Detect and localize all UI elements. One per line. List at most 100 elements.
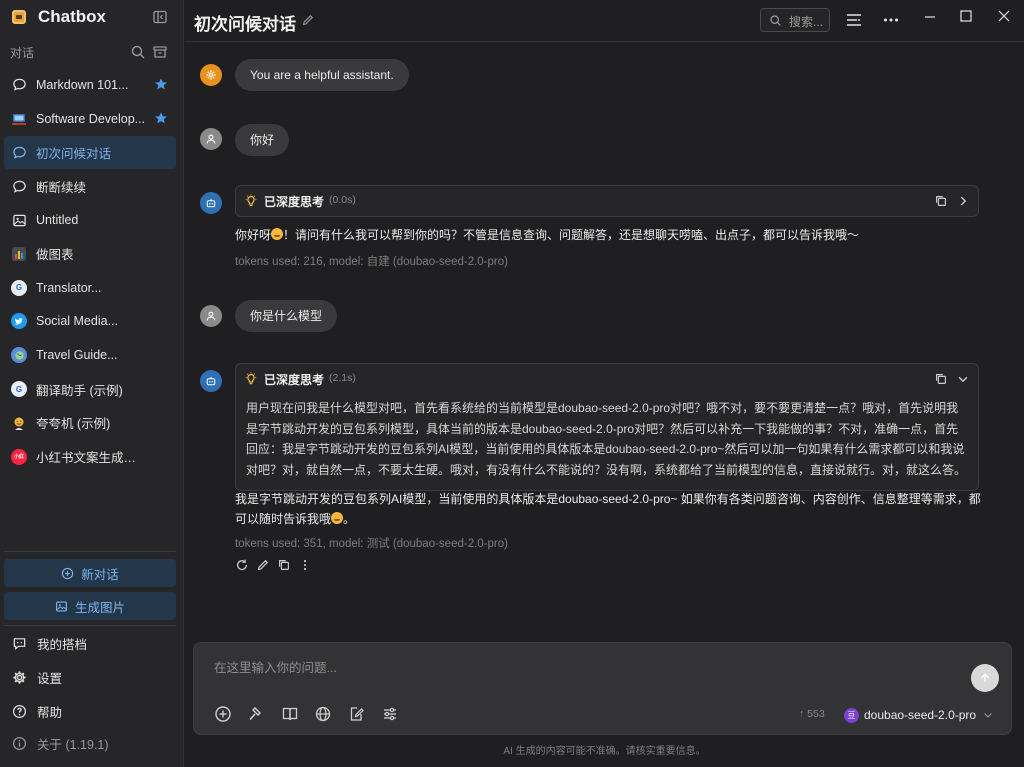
edit-title-icon[interactable] xyxy=(301,13,315,27)
new-chat-button[interactable]: 新对话 xyxy=(4,559,176,587)
message-composer[interactable]: 在这里输入你的问题... ↑ 553 豆 doubao-seed-2.0-pro xyxy=(193,642,1012,735)
archive-icon[interactable] xyxy=(152,44,168,60)
my-partner-label: 我的搭档 xyxy=(37,637,88,652)
search-icon[interactable] xyxy=(130,44,146,60)
thinking-header[interactable]: 已深度思考 (2.1s) xyxy=(236,364,978,394)
edit-icon[interactable] xyxy=(256,558,270,572)
sidebar: Chatbox 对话 Markdown 101... Software Deve… xyxy=(0,0,184,767)
conversation-label: Travel Guide... xyxy=(36,348,118,363)
search-input[interactable]: 搜索... xyxy=(760,8,830,32)
message-list-icon[interactable] xyxy=(845,11,863,29)
copy-icon[interactable] xyxy=(277,558,291,572)
developer-avatar-icon xyxy=(10,110,28,128)
about-label: 关于 (1.19.1) xyxy=(37,737,109,752)
conversation-item[interactable]: 做图表 xyxy=(4,237,176,271)
maximize-window-icon[interactable] xyxy=(957,7,975,25)
settings-label: 设置 xyxy=(37,671,63,686)
arrow-up-icon xyxy=(981,673,989,682)
conversation-item-active[interactable]: 初次问候对话 xyxy=(4,135,176,170)
message-input[interactable]: 在这里输入你的问题... xyxy=(214,657,337,676)
conversation-item[interactable]: Untitled xyxy=(4,203,176,237)
thinking-title: 已深度思考 xyxy=(264,195,325,209)
globe-avatar-icon xyxy=(10,346,28,364)
star-icon[interactable] xyxy=(154,77,168,91)
conversation-item[interactable]: Markdown 101... xyxy=(4,68,176,102)
chat-bubble-icon xyxy=(10,143,28,161)
more-options-icon[interactable] xyxy=(882,11,900,29)
my-partner-item[interactable]: 我的搭档 xyxy=(0,628,184,658)
chart-avatar-icon xyxy=(10,245,28,263)
sidebar-divider xyxy=(4,625,176,626)
thinking-block[interactable]: 已深度思考 (2.1s) 用户现在问我是什么模型对吧，首先看系统给的当前模型是d… xyxy=(235,363,979,491)
settings-item[interactable]: 设置 xyxy=(0,662,184,692)
copy-icon[interactable] xyxy=(934,372,948,386)
conversation-item[interactable]: Social Media... xyxy=(4,305,176,339)
conversation-item[interactable]: G Translator... xyxy=(4,271,176,305)
xiaohongshu-avatar-icon: 小红 xyxy=(10,448,28,466)
star-icon[interactable] xyxy=(154,111,168,125)
sidebar-collapse-icon[interactable] xyxy=(152,9,168,25)
minimize-window-icon[interactable] xyxy=(921,8,939,26)
assistant-avatar-icon xyxy=(200,192,222,214)
system-avatar-icon xyxy=(200,64,222,86)
lightbulb-icon xyxy=(245,372,257,385)
conversation-label: 初次问候对话 xyxy=(36,146,112,161)
assistant-message: 你好呀 ！请问有什么我可以帮到你的吗？不管是信息查询、问题解答，还是想聊天唠嗑、出… xyxy=(235,225,983,245)
image-icon xyxy=(56,600,67,612)
help-circle-icon xyxy=(12,704,27,718)
attach-plus-icon[interactable] xyxy=(214,705,232,723)
help-item[interactable]: 帮助 xyxy=(0,696,184,726)
settings-sliders-icon[interactable] xyxy=(381,705,399,723)
search-placeholder: 搜索... xyxy=(789,15,824,29)
lightbulb-icon xyxy=(245,194,257,207)
assistant-message: 我是字节跳动开发的豆包系列AI模型，当前使用的具体版本是doubao-seed-… xyxy=(235,489,983,529)
conversation-label: 夸夸机 (示例) xyxy=(36,417,111,432)
doubao-model-icon: 豆 xyxy=(844,707,859,723)
translator-avatar-icon: G xyxy=(10,279,28,297)
file-edit-icon[interactable] xyxy=(348,705,366,723)
search-icon xyxy=(770,15,781,26)
sidebar-header: Chatbox xyxy=(0,0,184,34)
conversation-item[interactable]: Travel Guide... xyxy=(4,338,176,372)
send-button[interactable] xyxy=(971,664,999,692)
conversation-item[interactable]: 夸夸机 (示例) xyxy=(4,406,176,440)
conversation-label: Social Media... xyxy=(36,314,118,329)
close-window-icon[interactable] xyxy=(995,7,1013,25)
conversation-item[interactable]: 断断续续 xyxy=(4,169,176,203)
emoji-avatar-icon xyxy=(10,414,28,432)
generate-image-label: 生成图片 xyxy=(74,600,125,615)
new-chat-label: 新对话 xyxy=(81,567,119,582)
model-selector[interactable]: 豆 doubao-seed-2.0-pro xyxy=(844,705,994,725)
sidebar-divider xyxy=(4,551,176,552)
copy-icon[interactable] xyxy=(934,194,948,208)
thinking-block[interactable]: 已深度思考 (0.0s) xyxy=(235,185,979,217)
chevron-right-icon[interactable] xyxy=(956,194,970,208)
chevron-down-icon xyxy=(984,713,992,718)
image-icon xyxy=(10,211,28,229)
web-search-globe-icon[interactable] xyxy=(314,705,332,723)
main-panel: 初次问候对话 搜索... You are a helpful assistant… xyxy=(185,0,1024,767)
about-item[interactable]: 关于 (1.19.1) xyxy=(0,728,184,758)
user-avatar-icon xyxy=(200,128,222,150)
conversation-item[interactable]: Software Develop... xyxy=(4,102,176,136)
conversation-item[interactable]: G 翻译助手 (示例) xyxy=(4,372,176,406)
thinking-title: 已深度思考 xyxy=(264,373,325,387)
hammer-tools-icon[interactable] xyxy=(247,705,265,723)
knowledge-book-icon[interactable] xyxy=(281,705,299,723)
chat-bubble-icon xyxy=(10,177,28,195)
chevron-down-icon[interactable] xyxy=(956,372,970,386)
smile-emoji-icon xyxy=(331,512,344,524)
gear-icon xyxy=(13,670,26,684)
generate-image-button[interactable]: 生成图片 xyxy=(4,592,176,620)
help-label: 帮助 xyxy=(37,705,63,720)
top-bar: 初次问候对话 搜索... xyxy=(185,0,1024,42)
more-vertical-icon[interactable] xyxy=(298,558,312,572)
user-message: 你好 xyxy=(235,124,290,156)
conversations-section-header: 对话 xyxy=(0,40,184,64)
conversation-label: Translator... xyxy=(36,280,102,295)
conversation-label: Markdown 101... xyxy=(36,77,129,92)
thinking-header[interactable]: 已深度思考 (0.0s) xyxy=(236,186,978,216)
conversation-item[interactable]: 小红 小红书文案生成器... xyxy=(4,440,176,474)
conversation-label: 做图表 xyxy=(36,248,74,263)
regenerate-icon[interactable] xyxy=(235,558,249,572)
